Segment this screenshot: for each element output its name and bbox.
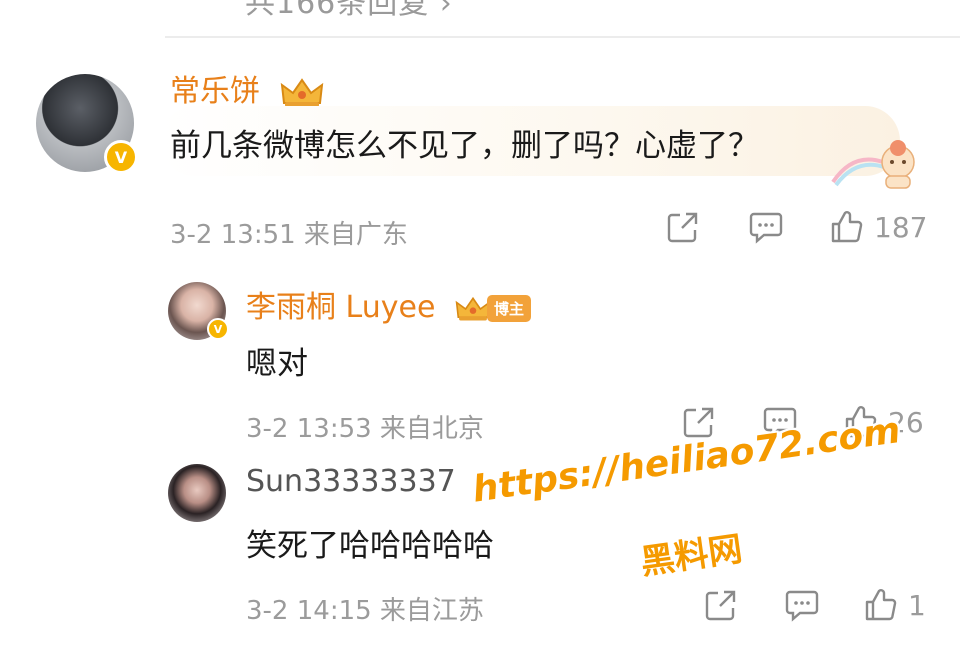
comment-meta: 3-2 13:51 来自广东 bbox=[170, 220, 408, 250]
comment-text[interactable]: 前几条微博怎么不见了，删了吗？心虚了？ bbox=[170, 120, 759, 165]
divider bbox=[165, 36, 960, 38]
reply-username[interactable]: 李雨桐 Luyee 博主 bbox=[246, 282, 531, 326]
comment-actions: 187 bbox=[666, 210, 927, 244]
comment-icon[interactable] bbox=[748, 210, 784, 244]
share-icon[interactable] bbox=[666, 210, 700, 244]
reply-text[interactable]: 嗯对 bbox=[246, 338, 308, 383]
crown-icon bbox=[455, 296, 491, 320]
watermark-name: 黑料网 bbox=[638, 529, 745, 583]
username-label: 李雨桐 Luyee bbox=[246, 290, 436, 325]
reply-meta: 3-2 13:53 来自北京 bbox=[246, 414, 484, 444]
reply-meta: 3-2 14:15 来自江苏 bbox=[246, 596, 484, 626]
share-icon[interactable] bbox=[682, 405, 716, 439]
like-icon[interactable] bbox=[830, 210, 864, 244]
like-count: 1 bbox=[908, 588, 926, 622]
reply-text[interactable]: 笑死了哈哈哈哈哈 bbox=[246, 520, 494, 565]
like-count: 187 bbox=[874, 210, 928, 244]
crown-icon bbox=[280, 77, 323, 107]
host-badge: 博主 bbox=[486, 295, 531, 322]
comment-icon[interactable] bbox=[784, 588, 820, 622]
share-icon[interactable] bbox=[704, 588, 738, 622]
verified-icon: V bbox=[104, 140, 138, 174]
like-icon[interactable] bbox=[864, 588, 898, 622]
bubble-decoration-icon bbox=[831, 140, 915, 189]
reply-avatar[interactable]: V bbox=[168, 282, 229, 340]
username-label: 常乐饼 bbox=[170, 74, 260, 109]
avatar[interactable]: V bbox=[36, 74, 138, 174]
reply-actions: 1 bbox=[704, 588, 926, 622]
reply-username[interactable]: Sun33333337 bbox=[246, 464, 456, 499]
verified-icon: V bbox=[207, 318, 229, 340]
avatar-image bbox=[168, 464, 226, 522]
comment-username[interactable]: 常乐饼 bbox=[170, 66, 324, 110]
reply-count-link[interactable]: 共166条回复 › bbox=[245, 0, 453, 22]
reply-avatar[interactable] bbox=[168, 464, 226, 522]
